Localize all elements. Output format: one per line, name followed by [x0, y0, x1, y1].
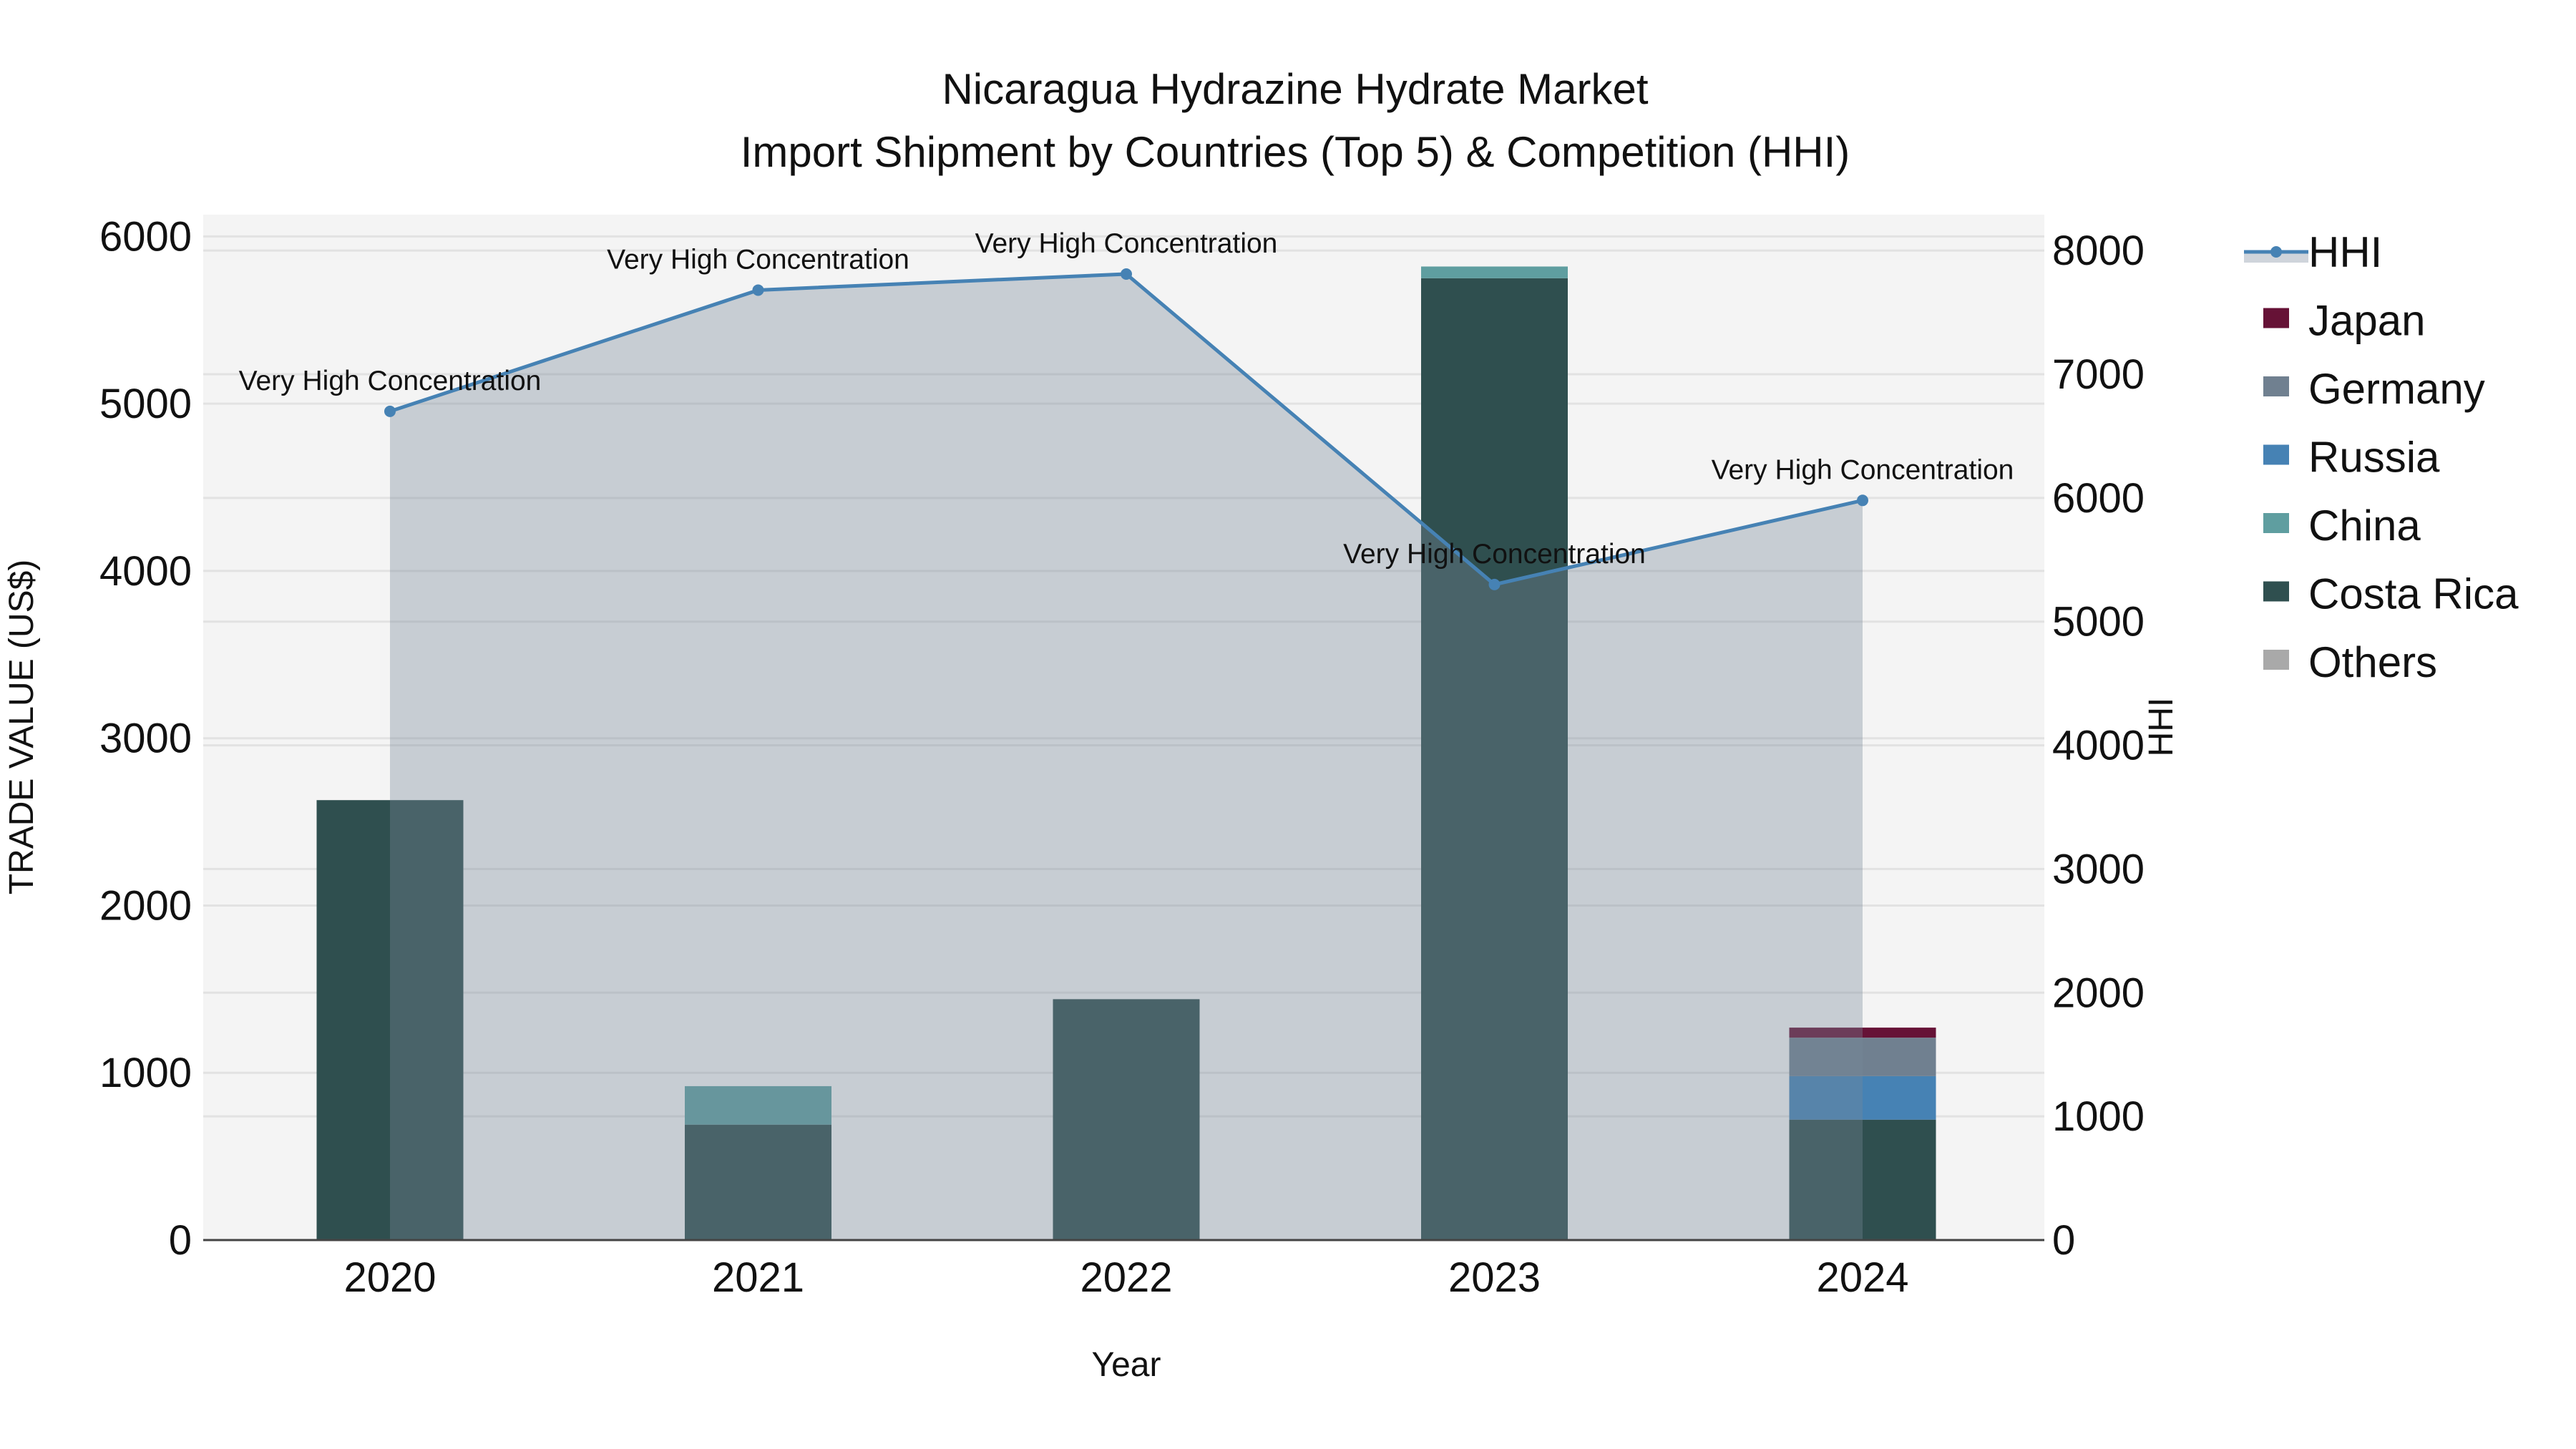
legend-label: Japan: [2308, 297, 2425, 345]
legend-label: China: [2308, 502, 2421, 550]
legend-swatch: [2263, 308, 2289, 328]
y-tick-label: 3000: [99, 716, 192, 762]
hhi-annotation: Very High Concentration: [239, 366, 542, 396]
y-tick-label: 0: [169, 1217, 192, 1264]
y2-tick-label: 4000: [2052, 723, 2145, 769]
legend: HHI Japan Germany Russia China Costa Rica Othe…: [2244, 228, 2519, 686]
y2-axis-title: HHI: [2142, 698, 2180, 757]
y2-axis-ticks: 0 1000 2000 3000 4000 5000 6000 7000 8000: [2052, 228, 2145, 1264]
legend-item-japan[interactable]: Japan: [2263, 297, 2425, 345]
y-tick-label: 4000: [99, 548, 192, 595]
y-tick-label: 1000: [99, 1050, 192, 1096]
y2-tick-label: 0: [2052, 1217, 2075, 1264]
hhi-point-2020: [384, 405, 396, 417]
chart-subtitle: Import Shipment by Countries (Top 5) & C…: [741, 128, 1850, 176]
legend-swatch: [2263, 581, 2289, 602]
x-tick-label: 2020: [343, 1254, 436, 1301]
legend-item-others[interactable]: Others: [2263, 638, 2437, 686]
hhi-point-2023: [1488, 578, 1501, 590]
hhi-annotation: Very High Concentration: [1712, 454, 2014, 485]
legend-item-hhi[interactable]: HHI: [2244, 228, 2382, 276]
hhi-point-2022: [1121, 268, 1132, 280]
bar-china-2023: [1421, 266, 1568, 278]
legend-label: Costa Rica: [2308, 570, 2519, 618]
y2-tick-label: 6000: [2052, 475, 2145, 522]
x-tick-label: 2024: [1816, 1254, 1908, 1301]
legend-item-germany[interactable]: Germany: [2263, 365, 2485, 413]
hhi-annotation: Very High Concentration: [975, 228, 1278, 259]
legend-item-china[interactable]: China: [2263, 502, 2421, 550]
y2-tick-label: 5000: [2052, 599, 2145, 645]
y2-tick-label: 2000: [2052, 970, 2145, 1016]
legend-item-russia[interactable]: Russia: [2263, 434, 2440, 482]
y2-tick-label: 3000: [2052, 846, 2145, 892]
y-tick-label: 6000: [99, 213, 192, 260]
x-tick-label: 2021: [712, 1254, 804, 1301]
hhi-annotation: Very High Concentration: [1343, 539, 1646, 570]
legend-label: HHI: [2308, 228, 2382, 276]
legend-swatch: [2263, 444, 2289, 465]
y2-tick-label: 7000: [2052, 351, 2145, 398]
x-tick-label: 2023: [1448, 1254, 1541, 1301]
legend-swatch: [2263, 650, 2289, 670]
legend-swatch: [2263, 376, 2289, 396]
x-axis-ticks: 2020 2021 2022 2023 2024: [343, 1254, 1908, 1301]
legend-label: Germany: [2308, 365, 2485, 413]
chart-title: Nicaragua Hydrazine Hydrate Market: [942, 65, 1648, 113]
y-axis-title: TRADE VALUE (US$): [3, 560, 41, 895]
hhi-annotation: Very High Concentration: [607, 244, 909, 275]
legend-label: Others: [2308, 638, 2437, 686]
y-tick-label: 2000: [99, 882, 192, 929]
y2-tick-label: 1000: [2052, 1093, 2145, 1140]
chart: Very High Concentration Very High Concent…: [3, 65, 2519, 1384]
legend-swatch: [2263, 513, 2289, 533]
legend-hhi-marker: [2270, 246, 2282, 258]
hhi-point-2024: [1857, 494, 1868, 507]
y-axis-ticks: 0 1000 2000 3000 4000 5000 6000: [99, 213, 192, 1264]
x-tick-label: 2022: [1080, 1254, 1172, 1301]
hhi-point-2021: [752, 284, 764, 296]
y2-tick-label: 8000: [2052, 228, 2145, 274]
legend-label: Russia: [2308, 434, 2440, 482]
x-axis-title: Year: [1092, 1346, 1161, 1384]
y-tick-label: 5000: [99, 381, 192, 427]
legend-item-costa-rica[interactable]: Costa Rica: [2263, 570, 2519, 618]
